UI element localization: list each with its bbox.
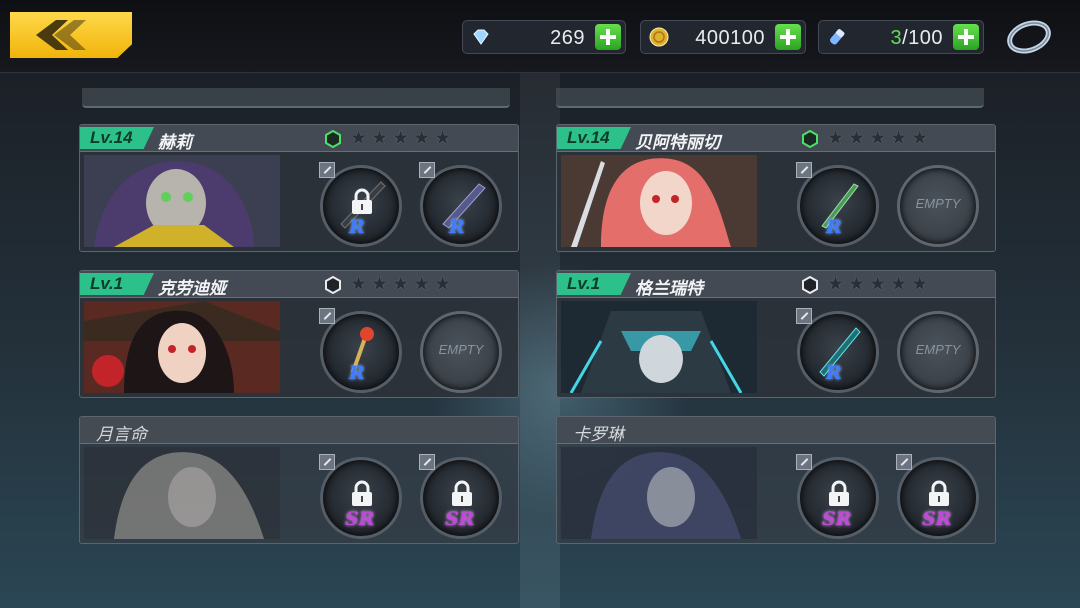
coin-icon [649,27,669,47]
weapon-slot[interactable]: R [319,308,402,393]
character-name: 卡罗琳 [573,425,624,444]
rank-label: R [349,216,365,238]
weapon-slot[interactable]: SR [319,454,402,539]
card-header: Lv.14 赫莉 ★★★★★ [80,125,518,152]
character-name: 月言命 [96,425,147,444]
level-badge: Lv.1 [80,273,154,295]
edit-icon [896,454,912,470]
character-card[interactable]: Lv.1 格兰瑞特 ★★★★★ R EMPTY [556,270,996,398]
green-hexagon-icon [802,130,818,148]
green-hexagon-icon [325,130,341,148]
lock-icon [452,480,472,506]
card-header: Lv.1 克劳迪娅 ★★★★★ [80,271,518,298]
lock-icon [352,480,372,506]
rank-label: SR [822,508,852,530]
back-button[interactable] [10,12,132,58]
lock-icon [929,480,949,506]
empty-label: EMPTY [915,196,961,211]
list-item [82,88,510,108]
character-portrait [84,301,280,393]
edit-icon [319,454,335,470]
level-badge: Lv.14 [557,127,631,149]
empty-weapon-slot[interactable]: EMPTY [420,311,502,393]
character-portrait [561,301,757,393]
card-header: 月言命 [80,417,518,444]
lock-icon [352,188,372,214]
weapon-slot[interactable]: SR [896,454,979,539]
card-header: Lv.1 格兰瑞特 ★★★★★ [557,271,995,298]
add-stamina-button[interactable] [953,24,979,50]
character-card[interactable]: Lv.1 克劳迪娅 ★★★★★ R EMPTY [79,270,519,398]
character-card[interactable]: 卡罗琳 SR SR [556,416,996,544]
character-card[interactable]: Lv.14 贝阿特丽切 ★★★★★ R EMPTY [556,124,996,252]
rank-label: SR [345,508,375,530]
top-bar: 269 400100 3/100 [0,0,1080,73]
empty-label: EMPTY [915,342,961,357]
list-item [556,88,984,108]
rank-label: R [349,362,365,384]
back-arrow-icon [36,20,86,50]
potion-icon [830,29,845,45]
gems-value: 269 [550,27,585,49]
character-name: 克劳迪娅 [158,279,226,298]
stamina-value: 3/100 [890,27,943,49]
card-header: Lv.14 贝阿特丽切 ★★★★★ [557,125,995,152]
weapon-slot[interactable]: SR [796,454,879,539]
character-portrait [561,447,757,539]
weapon-slot[interactable]: SR [419,454,502,539]
weapon-slot[interactable]: R [419,162,502,247]
level-badge: Lv.14 [80,127,154,149]
star-rating: ★★★★★ [827,274,933,295]
gems-counter: 269 [462,20,626,54]
diamond-icon [473,29,489,45]
edit-icon [796,454,812,470]
character-portrait [561,155,757,247]
empty-label: EMPTY [438,342,484,357]
white-hexagon-icon [802,276,818,294]
character-portrait [84,155,280,247]
weapon-slot[interactable]: R [319,162,402,247]
star-rating: ★★★★★ [350,128,456,149]
gold-value: 400100 [695,27,765,49]
white-hexagon-icon [325,276,341,294]
add-gems-button[interactable] [595,24,621,50]
character-name: 贝阿特丽切 [635,133,720,152]
character-name: 格兰瑞特 [635,279,703,298]
rank-label: R [826,216,842,238]
gold-counter: 400100 [640,20,806,54]
add-gold-button[interactable] [775,24,801,50]
level-badge: Lv.1 [557,273,631,295]
rank-label: SR [922,508,952,530]
star-rating: ★★★★★ [827,128,933,149]
card-header: 卡罗琳 [557,417,995,444]
stamina-counter: 3/100 [818,20,984,54]
weapon-slot[interactable]: R [796,308,879,393]
character-card[interactable]: 月言命 SR SR [79,416,519,544]
character-portrait [84,447,280,539]
rank-label: R [826,362,842,384]
character-name: 赫莉 [158,133,192,152]
empty-weapon-slot[interactable]: EMPTY [897,311,979,393]
rank-label: SR [445,508,475,530]
star-rating: ★★★★★ [350,274,456,295]
empty-weapon-slot[interactable]: EMPTY [897,165,979,247]
lock-icon [829,480,849,506]
rank-label: R [449,216,465,238]
character-card[interactable]: Lv.14 赫莉 ★★★★★ R R [79,124,519,252]
ring-icon[interactable] [1004,16,1054,56]
weapon-slot[interactable]: R [796,162,879,247]
edit-icon [419,454,435,470]
